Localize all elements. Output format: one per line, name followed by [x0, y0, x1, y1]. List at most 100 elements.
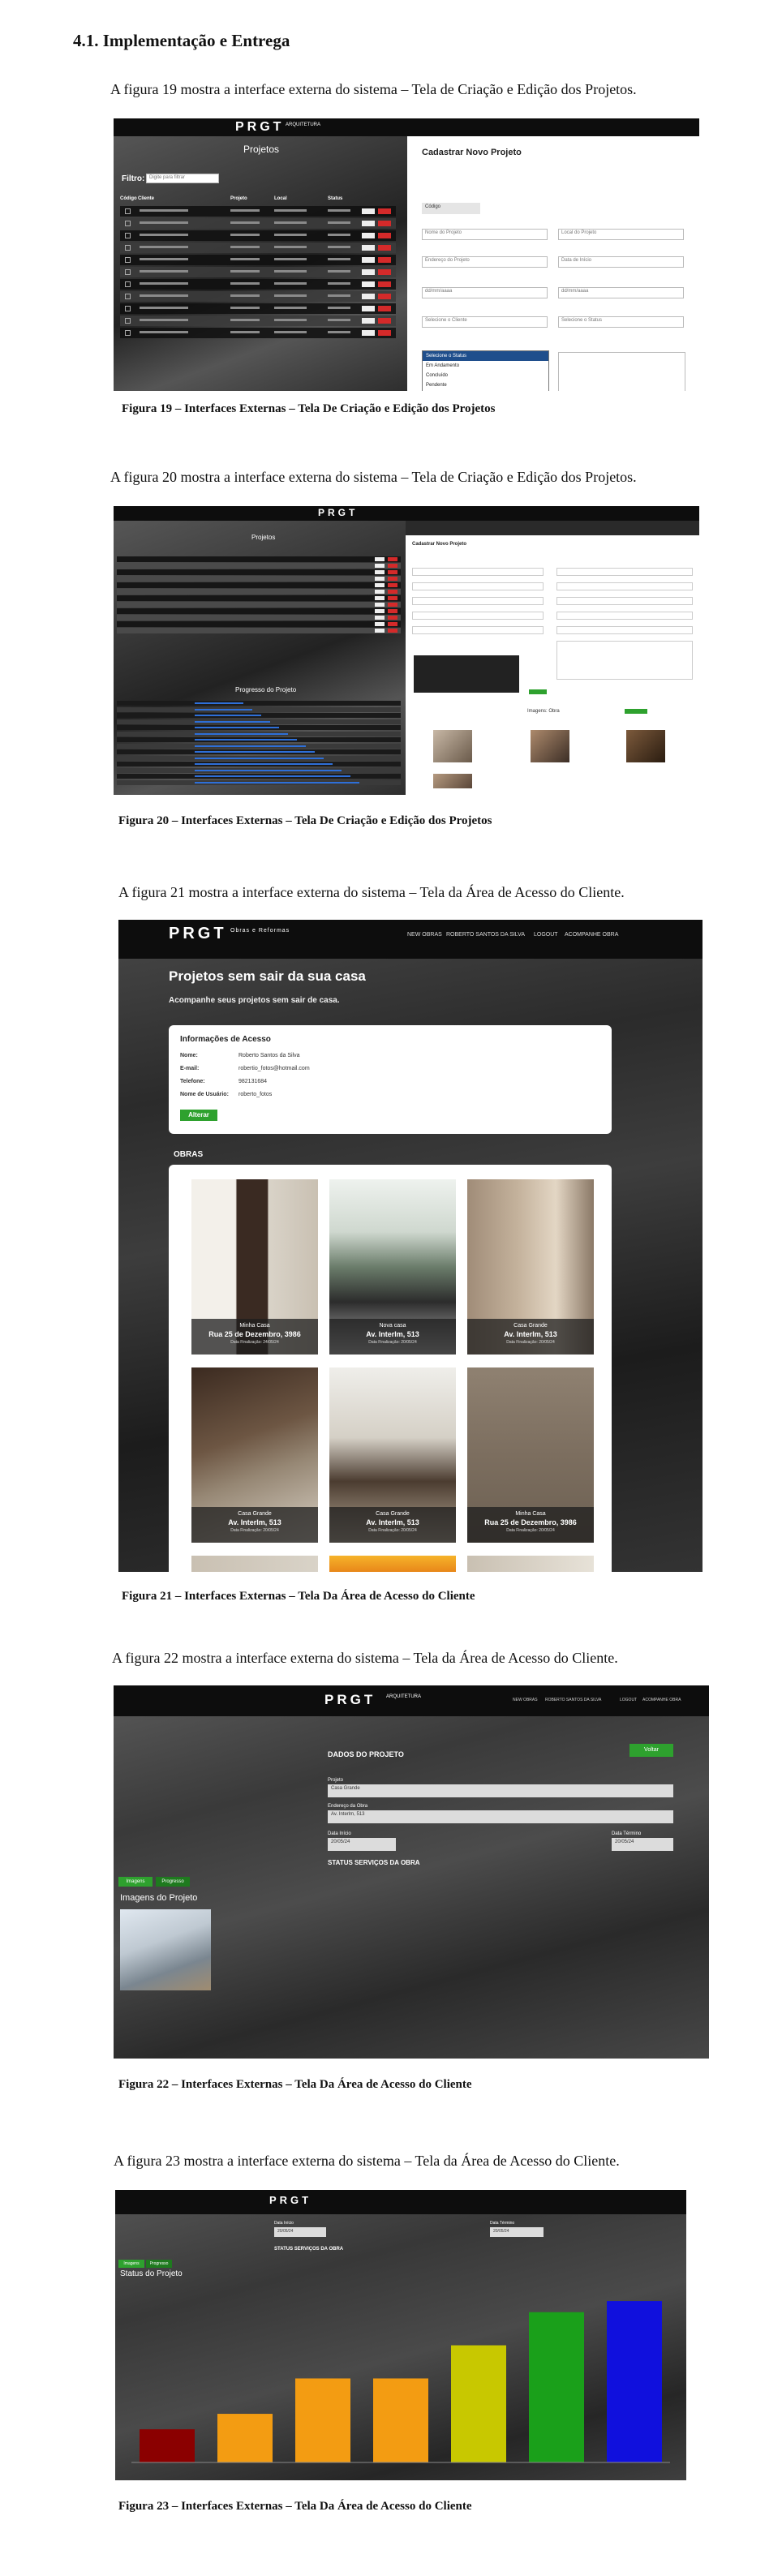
- delete-button[interactable]: [378, 330, 391, 336]
- form-field[interactable]: [556, 612, 693, 620]
- row-checkbox[interactable]: [125, 233, 131, 238]
- edit-button[interactable]: [375, 596, 385, 600]
- fig22-nav-user[interactable]: ROBERTO SANTOS DA SILVA: [545, 1698, 601, 1702]
- access-edit-button[interactable]: Alterar: [180, 1110, 217, 1121]
- delete-button[interactable]: [378, 281, 391, 287]
- nav-obras[interactable]: NEW OBRAS: [407, 932, 442, 938]
- edit-button[interactable]: [362, 281, 375, 287]
- fig19-date1-field[interactable]: dd/mm/aaaa: [422, 287, 548, 298]
- row-checkbox[interactable]: [125, 221, 131, 226]
- dropdown-option[interactable]: Selecione o Status: [423, 351, 548, 361]
- row-checkbox[interactable]: [125, 208, 131, 214]
- edit-button[interactable]: [375, 603, 385, 607]
- obra-card[interactable]: Casa Grande Av. Interlm, 513 Data Finaliza…: [191, 1367, 318, 1543]
- fig19-code-field[interactable]: Código: [422, 203, 480, 214]
- form-field[interactable]: [556, 626, 693, 634]
- delete-button[interactable]: [378, 208, 391, 214]
- form-field[interactable]: [412, 568, 544, 576]
- delete-button[interactable]: [388, 616, 397, 620]
- edit-button[interactable]: [362, 318, 375, 324]
- obra-card[interactable]: Casa Grande Av. Interlm, 513 Data Finaliza…: [467, 1179, 594, 1355]
- obra-card[interactable]: Minha Casa Rua 25 de Dezembro, 3986 Data F…: [191, 1179, 318, 1355]
- fig20-dropdown[interactable]: [414, 655, 519, 693]
- fig23-end-field[interactable]: 20/05/24: [490, 2227, 544, 2237]
- fig20-image-thumb[interactable]: [626, 730, 665, 762]
- delete-button[interactable]: [378, 233, 391, 238]
- edit-button[interactable]: [375, 570, 385, 574]
- obra-card-partial[interactable]: [329, 1556, 456, 1572]
- delete-button[interactable]: [388, 557, 397, 561]
- fig19-client-select[interactable]: Selecione o Cliente: [422, 316, 548, 328]
- edit-button[interactable]: [362, 233, 375, 238]
- edit-button[interactable]: [375, 577, 385, 581]
- delete-button[interactable]: [388, 609, 397, 613]
- form-field[interactable]: [412, 626, 544, 634]
- delete-button[interactable]: [378, 269, 391, 275]
- fig20-image-thumb[interactable]: [433, 774, 472, 788]
- fig23-start-field[interactable]: 20/05/24: [274, 2227, 326, 2237]
- edit-button[interactable]: [375, 590, 385, 594]
- fig19-status-dropdown[interactable]: Selecione o Status Em Andamento Concluído P…: [422, 350, 549, 391]
- nav-acompanhe[interactable]: ACOMPANHE OBRA: [565, 932, 618, 938]
- edit-button[interactable]: [375, 629, 385, 633]
- edit-button[interactable]: [375, 557, 385, 561]
- fig22-back-button[interactable]: Voltar: [629, 1744, 673, 1757]
- fig22-project-field[interactable]: Casa Grande: [328, 1784, 673, 1797]
- delete-button[interactable]: [388, 564, 397, 568]
- nav-user[interactable]: ROBERTO SANTOS DA SILVA: [446, 932, 525, 938]
- form-field[interactable]: [412, 612, 544, 620]
- obra-card-partial[interactable]: [191, 1556, 318, 1572]
- delete-button[interactable]: [388, 622, 397, 626]
- edit-button[interactable]: [375, 564, 385, 568]
- fig23-tab-progress[interactable]: Progresso: [146, 2260, 172, 2268]
- fig19-description-area[interactable]: [558, 352, 685, 391]
- fig19-name-field[interactable]: Nome do Projeto: [422, 229, 548, 240]
- form-field[interactable]: [556, 582, 693, 590]
- delete-button[interactable]: [388, 570, 397, 574]
- delete-button[interactable]: [378, 306, 391, 311]
- row-checkbox[interactable]: [125, 269, 131, 275]
- form-field[interactable]: [556, 597, 693, 605]
- delete-button[interactable]: [378, 245, 391, 251]
- fig20-save-button[interactable]: [529, 689, 547, 694]
- delete-button[interactable]: [388, 577, 397, 581]
- row-checkbox[interactable]: [125, 330, 131, 336]
- delete-button[interactable]: [388, 629, 397, 633]
- fig19-address-field[interactable]: Endereço do Projeto: [422, 256, 548, 268]
- fig22-tab-progress[interactable]: Progresso: [156, 1877, 190, 1887]
- fig22-nav-logout[interactable]: LOGOUT: [620, 1698, 637, 1702]
- edit-button[interactable]: [375, 609, 385, 613]
- edit-button[interactable]: [375, 622, 385, 626]
- fig20-image-thumb[interactable]: [433, 730, 472, 762]
- fig20-images-button[interactable]: [625, 709, 647, 714]
- fig20-image-thumb[interactable]: [531, 730, 569, 762]
- dropdown-option[interactable]: Pendente: [423, 380, 548, 390]
- fig22-project-image[interactable]: [120, 1909, 211, 1990]
- dropdown-option[interactable]: Em Andamento: [423, 361, 548, 371]
- delete-button[interactable]: [378, 294, 391, 299]
- edit-button[interactable]: [375, 583, 385, 587]
- nav-logout[interactable]: LOGOUT: [534, 932, 558, 938]
- fig19-status-select[interactable]: Selecione o Status: [558, 316, 684, 328]
- form-textarea[interactable]: [556, 641, 693, 680]
- edit-button[interactable]: [362, 330, 375, 336]
- delete-button[interactable]: [388, 596, 397, 600]
- edit-button[interactable]: [362, 306, 375, 311]
- fig22-address-field[interactable]: Av. Interlm, 513: [328, 1810, 673, 1823]
- delete-button[interactable]: [388, 590, 397, 594]
- row-checkbox[interactable]: [125, 306, 131, 311]
- obra-card[interactable]: Nova casa Av. Interlm, 513 Data Finalizaçã…: [329, 1179, 456, 1355]
- delete-button[interactable]: [378, 221, 391, 226]
- delete-button[interactable]: [388, 603, 397, 607]
- edit-button[interactable]: [362, 245, 375, 251]
- edit-button[interactable]: [362, 208, 375, 214]
- edit-button[interactable]: [362, 221, 375, 226]
- dropdown-option[interactable]: Concluído: [423, 371, 548, 380]
- fig19-local-field[interactable]: Local do Projeto: [558, 229, 684, 240]
- fig22-end-field[interactable]: 20/05/24: [612, 1838, 673, 1851]
- edit-button[interactable]: [362, 269, 375, 275]
- fig19-start-field[interactable]: Data de Início: [558, 256, 684, 268]
- obra-card-partial[interactable]: [467, 1556, 594, 1572]
- fig22-nav-acompanhe[interactable]: ACOMPANHE OBRA: [642, 1698, 681, 1702]
- delete-button[interactable]: [378, 257, 391, 263]
